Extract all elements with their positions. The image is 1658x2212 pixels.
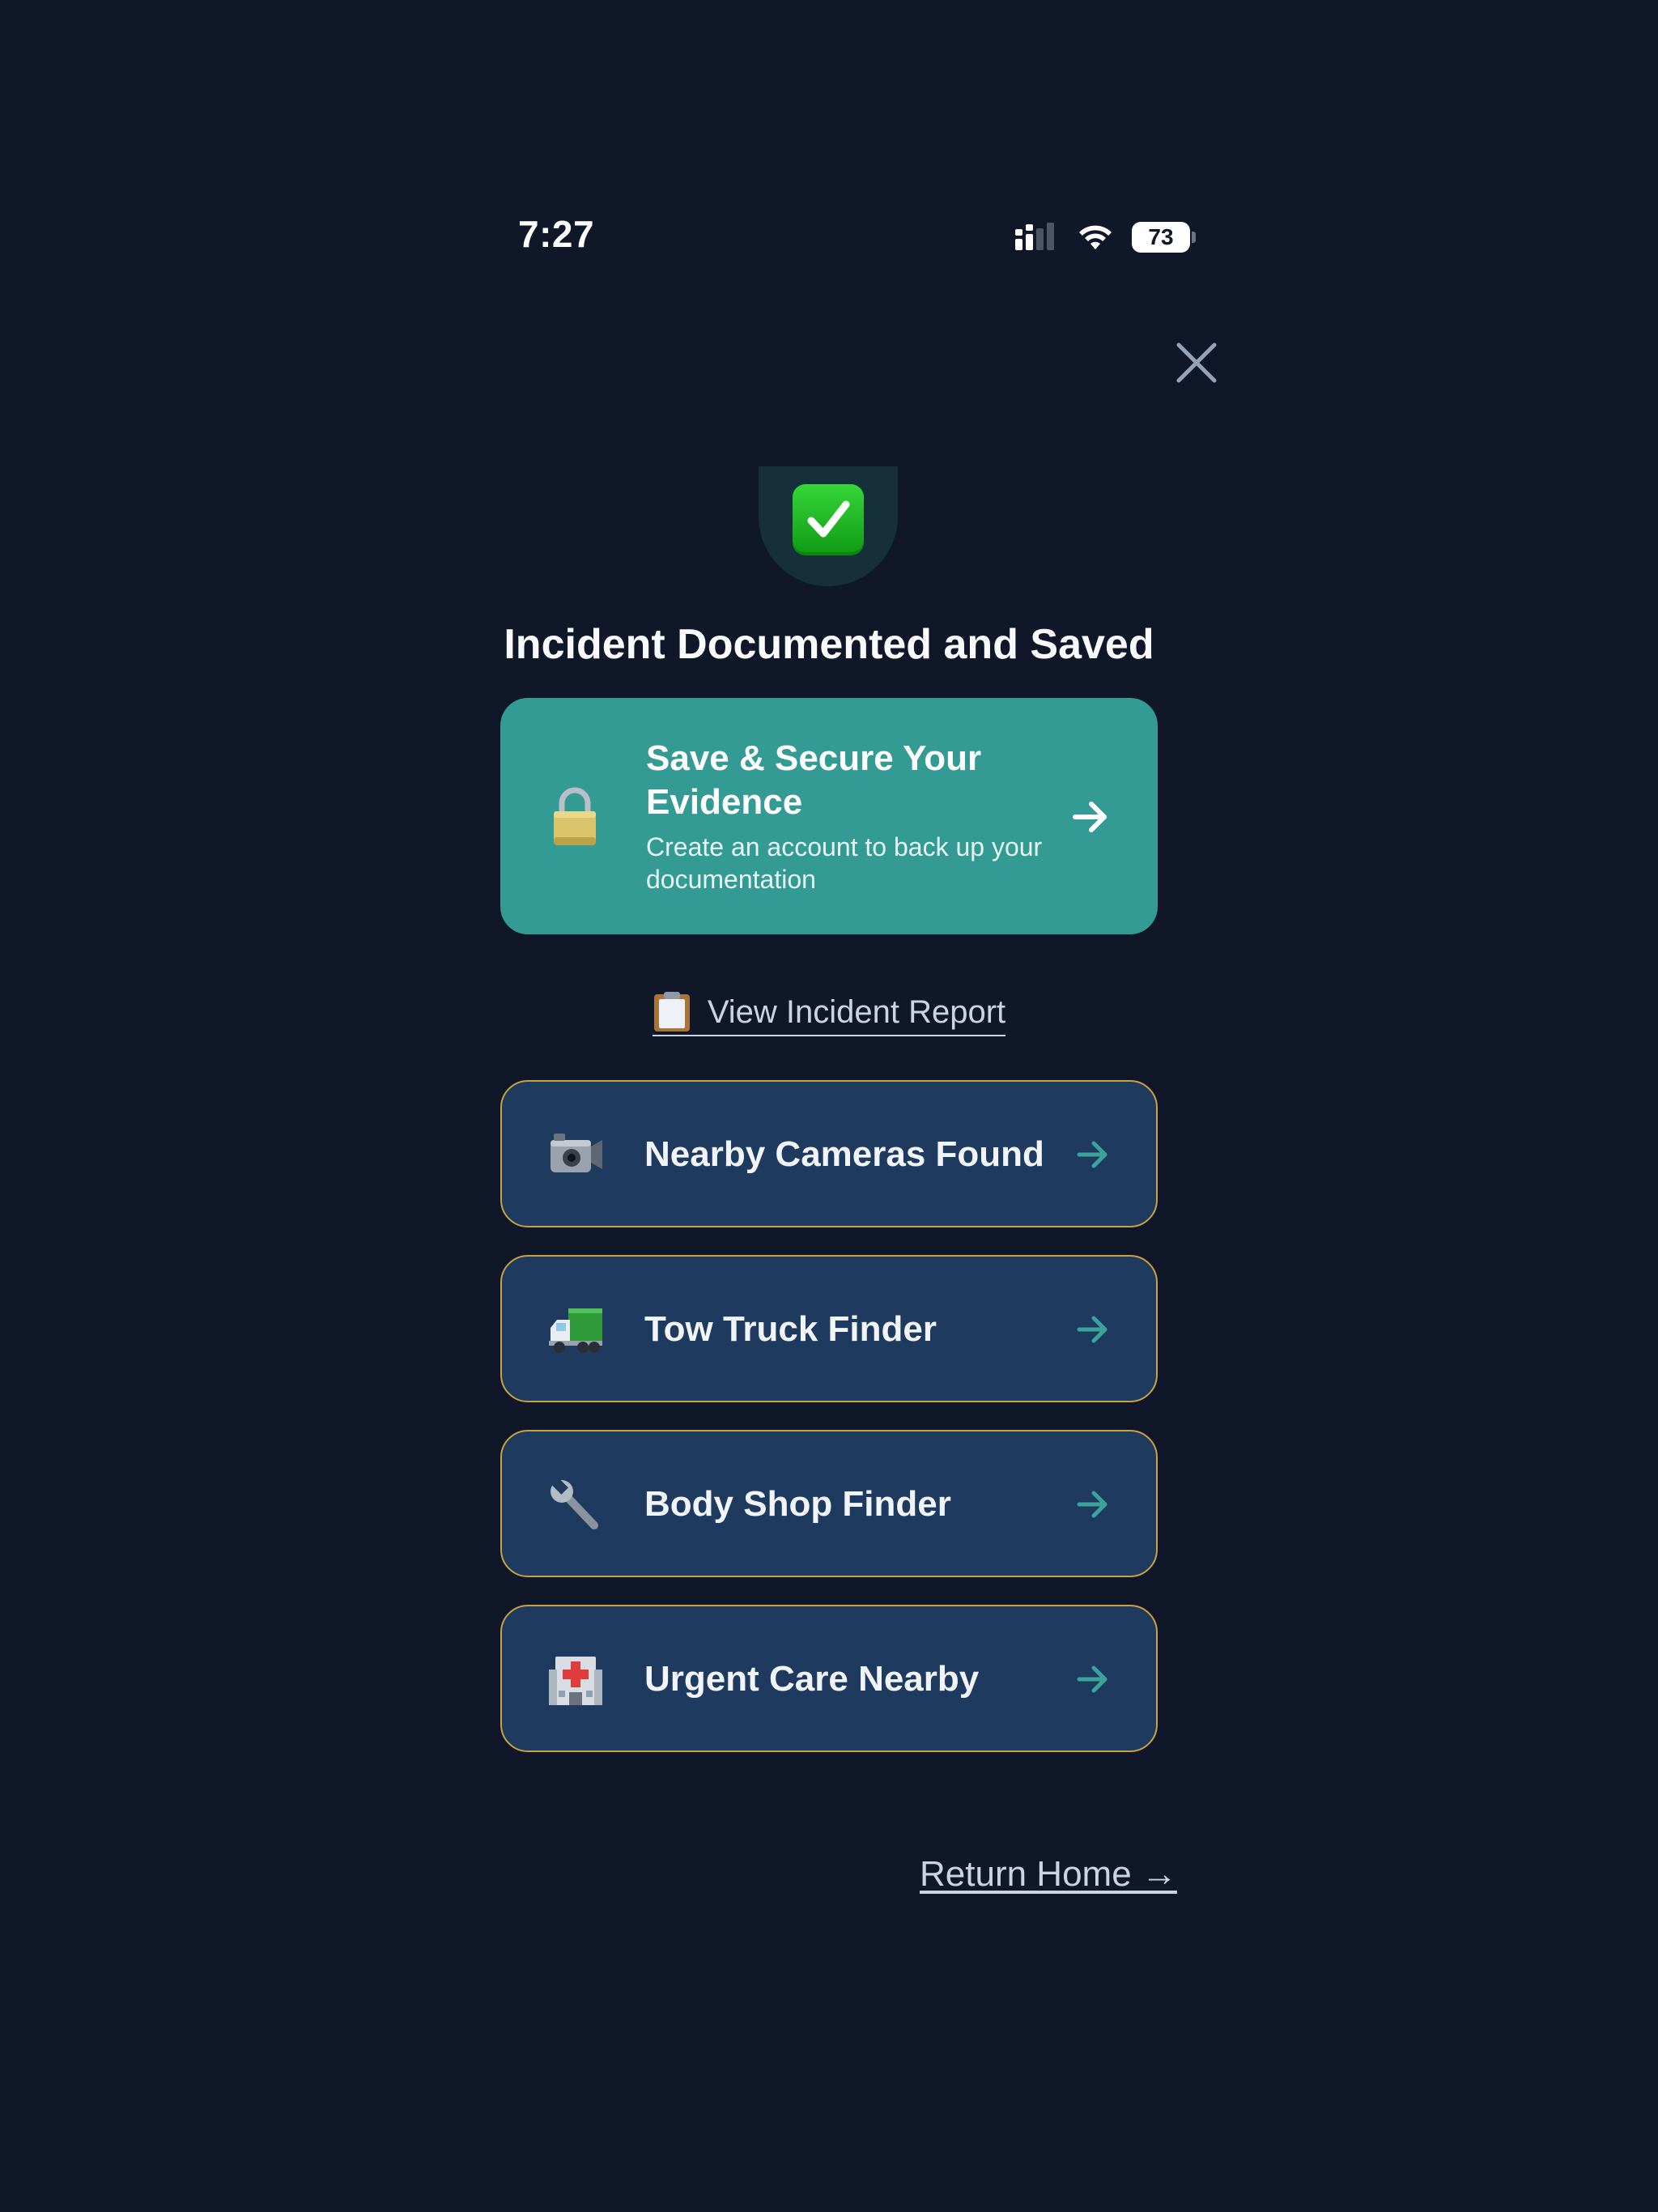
nearby-cameras-button[interactable]: Nearby Cameras Found (500, 1080, 1158, 1227)
action-label: Tow Truck Finder (644, 1309, 937, 1349)
wifi-icon (1079, 225, 1112, 249)
view-incident-report-label: View Incident Report (707, 994, 1006, 1030)
save-secure-evidence-button[interactable]: Save & Secure Your Evidence Create an ac… (500, 698, 1158, 934)
check-mark-button-icon (793, 484, 864, 555)
cellular-signal-icon (1015, 223, 1054, 250)
body-shop-finder-button[interactable]: Body Shop Finder (500, 1430, 1158, 1577)
hospital-icon (547, 1653, 604, 1707)
arrow-right-icon (1075, 1137, 1111, 1172)
incident-saved-screen: 7:27 73 Incident Documented and Saved Sa… (0, 0, 1658, 2212)
arrow-right-icon (1075, 1487, 1111, 1522)
wrench-icon (547, 1478, 604, 1532)
clipboard-icon (653, 992, 690, 1032)
close-icon (1176, 342, 1217, 383)
tow-truck-finder-button[interactable]: Tow Truck Finder (500, 1255, 1158, 1402)
report-link-content: View Incident Report (652, 991, 1006, 1036)
arrow-right-icon (1075, 1312, 1111, 1347)
delivery-truck-icon (547, 1304, 604, 1357)
video-camera-icon (547, 1129, 604, 1182)
arrow-right-icon (1070, 797, 1111, 837)
view-incident-report-link[interactable]: View Incident Report (0, 991, 1658, 1036)
return-home-link[interactable]: Return Home → (920, 1854, 1177, 1895)
lock-icon (551, 787, 599, 847)
action-label: Nearby Cameras Found (644, 1134, 1044, 1174)
cta-subtitle: Create an account to back up your docume… (646, 832, 1043, 894)
page-title: Incident Documented and Saved (504, 621, 1154, 668)
battery-level: 73 (1148, 224, 1174, 249)
status-icons: 73 (1014, 219, 1196, 256)
arrow-right-icon (1075, 1661, 1111, 1697)
success-badge (759, 466, 898, 586)
action-label: Urgent Care Nearby (644, 1659, 980, 1699)
action-label: Body Shop Finder (644, 1484, 951, 1524)
battery-icon: 73 (1132, 222, 1196, 253)
status-time: 7:27 (518, 213, 595, 255)
urgent-care-nearby-button[interactable]: Urgent Care Nearby (500, 1605, 1158, 1752)
close-button[interactable] (1172, 338, 1221, 387)
cta-title: Save & Secure Your Evidence (646, 738, 982, 822)
